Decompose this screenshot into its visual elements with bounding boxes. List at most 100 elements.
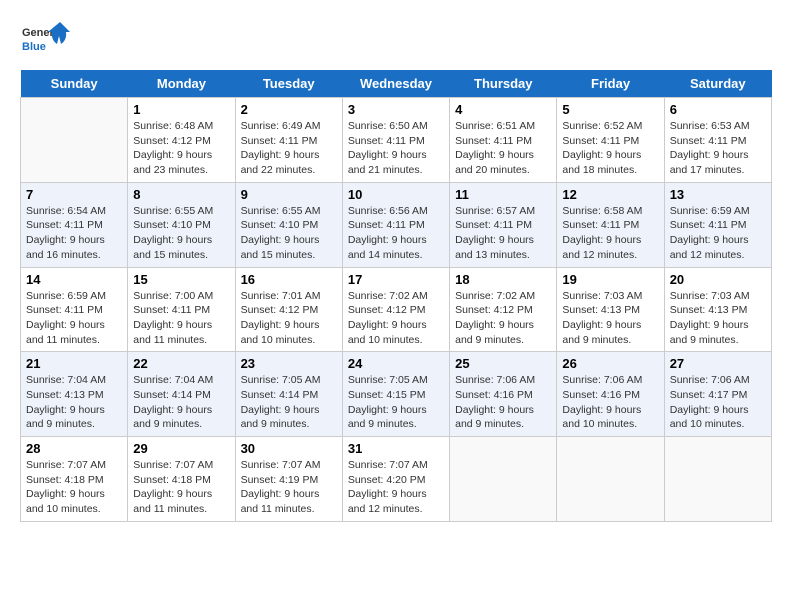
calendar-cell: 19 Sunrise: 7:03 AMSunset: 4:13 PMDaylig… xyxy=(557,267,664,352)
day-number: 21 xyxy=(26,356,122,371)
calendar-cell: 24 Sunrise: 7:05 AMSunset: 4:15 PMDaylig… xyxy=(342,352,449,437)
day-number: 25 xyxy=(455,356,551,371)
calendar-cell: 6 Sunrise: 6:53 AMSunset: 4:11 PMDayligh… xyxy=(664,98,771,183)
calendar-cell: 30 Sunrise: 7:07 AMSunset: 4:19 PMDaylig… xyxy=(235,437,342,522)
day-info: Sunrise: 7:04 AMSunset: 4:14 PMDaylight:… xyxy=(133,373,229,432)
day-number: 28 xyxy=(26,441,122,456)
day-number: 1 xyxy=(133,102,229,117)
day-number: 26 xyxy=(562,356,658,371)
day-info: Sunrise: 6:55 AMSunset: 4:10 PMDaylight:… xyxy=(133,204,229,263)
calendar-table: SundayMondayTuesdayWednesdayThursdayFrid… xyxy=(20,70,772,522)
day-info: Sunrise: 7:00 AMSunset: 4:11 PMDaylight:… xyxy=(133,289,229,348)
day-info: Sunrise: 6:50 AMSunset: 4:11 PMDaylight:… xyxy=(348,119,444,178)
week-row-2: 14 Sunrise: 6:59 AMSunset: 4:11 PMDaylig… xyxy=(21,267,772,352)
day-info: Sunrise: 7:04 AMSunset: 4:13 PMDaylight:… xyxy=(26,373,122,432)
calendar-cell: 1 Sunrise: 6:48 AMSunset: 4:12 PMDayligh… xyxy=(128,98,235,183)
logo-svg: General Blue xyxy=(20,20,70,60)
calendar-cell: 17 Sunrise: 7:02 AMSunset: 4:12 PMDaylig… xyxy=(342,267,449,352)
day-number: 3 xyxy=(348,102,444,117)
calendar-cell: 2 Sunrise: 6:49 AMSunset: 4:11 PMDayligh… xyxy=(235,98,342,183)
day-info: Sunrise: 6:48 AMSunset: 4:12 PMDaylight:… xyxy=(133,119,229,178)
day-number: 12 xyxy=(562,187,658,202)
day-info: Sunrise: 6:53 AMSunset: 4:11 PMDaylight:… xyxy=(670,119,766,178)
day-number: 18 xyxy=(455,272,551,287)
day-number: 24 xyxy=(348,356,444,371)
day-info: Sunrise: 7:03 AMSunset: 4:13 PMDaylight:… xyxy=(562,289,658,348)
calendar-cell: 22 Sunrise: 7:04 AMSunset: 4:14 PMDaylig… xyxy=(128,352,235,437)
calendar-cell: 26 Sunrise: 7:06 AMSunset: 4:16 PMDaylig… xyxy=(557,352,664,437)
day-info: Sunrise: 7:03 AMSunset: 4:13 PMDaylight:… xyxy=(670,289,766,348)
week-row-3: 21 Sunrise: 7:04 AMSunset: 4:13 PMDaylig… xyxy=(21,352,772,437)
week-row-0: 1 Sunrise: 6:48 AMSunset: 4:12 PMDayligh… xyxy=(21,98,772,183)
day-number: 9 xyxy=(241,187,337,202)
day-info: Sunrise: 6:58 AMSunset: 4:11 PMDaylight:… xyxy=(562,204,658,263)
day-number: 27 xyxy=(670,356,766,371)
day-info: Sunrise: 7:07 AMSunset: 4:20 PMDaylight:… xyxy=(348,458,444,517)
day-info: Sunrise: 6:59 AMSunset: 4:11 PMDaylight:… xyxy=(670,204,766,263)
calendar-cell: 11 Sunrise: 6:57 AMSunset: 4:11 PMDaylig… xyxy=(450,182,557,267)
calendar-cell: 9 Sunrise: 6:55 AMSunset: 4:10 PMDayligh… xyxy=(235,182,342,267)
calendar-cell: 14 Sunrise: 6:59 AMSunset: 4:11 PMDaylig… xyxy=(21,267,128,352)
day-number: 29 xyxy=(133,441,229,456)
calendar-cell: 16 Sunrise: 7:01 AMSunset: 4:12 PMDaylig… xyxy=(235,267,342,352)
calendar-cell: 21 Sunrise: 7:04 AMSunset: 4:13 PMDaylig… xyxy=(21,352,128,437)
day-number: 11 xyxy=(455,187,551,202)
calendar-cell: 20 Sunrise: 7:03 AMSunset: 4:13 PMDaylig… xyxy=(664,267,771,352)
day-number: 16 xyxy=(241,272,337,287)
day-info: Sunrise: 7:02 AMSunset: 4:12 PMDaylight:… xyxy=(455,289,551,348)
day-info: Sunrise: 7:06 AMSunset: 4:16 PMDaylight:… xyxy=(455,373,551,432)
day-header-friday: Friday xyxy=(557,70,664,98)
week-row-1: 7 Sunrise: 6:54 AMSunset: 4:11 PMDayligh… xyxy=(21,182,772,267)
day-info: Sunrise: 7:07 AMSunset: 4:18 PMDaylight:… xyxy=(133,458,229,517)
day-info: Sunrise: 7:01 AMSunset: 4:12 PMDaylight:… xyxy=(241,289,337,348)
day-info: Sunrise: 7:02 AMSunset: 4:12 PMDaylight:… xyxy=(348,289,444,348)
calendar-cell: 4 Sunrise: 6:51 AMSunset: 4:11 PMDayligh… xyxy=(450,98,557,183)
calendar-cell: 10 Sunrise: 6:56 AMSunset: 4:11 PMDaylig… xyxy=(342,182,449,267)
calendar-cell: 8 Sunrise: 6:55 AMSunset: 4:10 PMDayligh… xyxy=(128,182,235,267)
calendar-cell: 29 Sunrise: 7:07 AMSunset: 4:18 PMDaylig… xyxy=(128,437,235,522)
day-number: 2 xyxy=(241,102,337,117)
calendar-cell: 28 Sunrise: 7:07 AMSunset: 4:18 PMDaylig… xyxy=(21,437,128,522)
day-info: Sunrise: 7:06 AMSunset: 4:16 PMDaylight:… xyxy=(562,373,658,432)
day-info: Sunrise: 6:56 AMSunset: 4:11 PMDaylight:… xyxy=(348,204,444,263)
calendar-cell: 12 Sunrise: 6:58 AMSunset: 4:11 PMDaylig… xyxy=(557,182,664,267)
day-number: 10 xyxy=(348,187,444,202)
calendar-cell xyxy=(557,437,664,522)
calendar-cell: 13 Sunrise: 6:59 AMSunset: 4:11 PMDaylig… xyxy=(664,182,771,267)
calendar-cell: 3 Sunrise: 6:50 AMSunset: 4:11 PMDayligh… xyxy=(342,98,449,183)
day-info: Sunrise: 7:07 AMSunset: 4:18 PMDaylight:… xyxy=(26,458,122,517)
day-info: Sunrise: 7:07 AMSunset: 4:19 PMDaylight:… xyxy=(241,458,337,517)
day-number: 6 xyxy=(670,102,766,117)
day-number: 20 xyxy=(670,272,766,287)
day-number: 14 xyxy=(26,272,122,287)
calendar-cell: 23 Sunrise: 7:05 AMSunset: 4:14 PMDaylig… xyxy=(235,352,342,437)
day-number: 5 xyxy=(562,102,658,117)
logo: General Blue xyxy=(20,20,70,60)
day-info: Sunrise: 7:05 AMSunset: 4:15 PMDaylight:… xyxy=(348,373,444,432)
day-info: Sunrise: 7:05 AMSunset: 4:14 PMDaylight:… xyxy=(241,373,337,432)
day-header-thursday: Thursday xyxy=(450,70,557,98)
calendar-cell xyxy=(450,437,557,522)
calendar-cell: 31 Sunrise: 7:07 AMSunset: 4:20 PMDaylig… xyxy=(342,437,449,522)
day-info: Sunrise: 6:59 AMSunset: 4:11 PMDaylight:… xyxy=(26,289,122,348)
day-info: Sunrise: 6:49 AMSunset: 4:11 PMDaylight:… xyxy=(241,119,337,178)
day-number: 7 xyxy=(26,187,122,202)
day-number: 13 xyxy=(670,187,766,202)
day-info: Sunrise: 6:51 AMSunset: 4:11 PMDaylight:… xyxy=(455,119,551,178)
day-info: Sunrise: 6:52 AMSunset: 4:11 PMDaylight:… xyxy=(562,119,658,178)
header-row: SundayMondayTuesdayWednesdayThursdayFrid… xyxy=(21,70,772,98)
week-row-4: 28 Sunrise: 7:07 AMSunset: 4:18 PMDaylig… xyxy=(21,437,772,522)
svg-text:Blue: Blue xyxy=(22,41,46,53)
calendar-cell: 18 Sunrise: 7:02 AMSunset: 4:12 PMDaylig… xyxy=(450,267,557,352)
day-info: Sunrise: 6:54 AMSunset: 4:11 PMDaylight:… xyxy=(26,204,122,263)
day-number: 22 xyxy=(133,356,229,371)
day-header-saturday: Saturday xyxy=(664,70,771,98)
day-header-sunday: Sunday xyxy=(21,70,128,98)
day-number: 4 xyxy=(455,102,551,117)
calendar-cell: 7 Sunrise: 6:54 AMSunset: 4:11 PMDayligh… xyxy=(21,182,128,267)
page-header: General Blue xyxy=(20,20,772,60)
day-info: Sunrise: 6:55 AMSunset: 4:10 PMDaylight:… xyxy=(241,204,337,263)
calendar-cell xyxy=(21,98,128,183)
calendar-cell: 15 Sunrise: 7:00 AMSunset: 4:11 PMDaylig… xyxy=(128,267,235,352)
day-info: Sunrise: 7:06 AMSunset: 4:17 PMDaylight:… xyxy=(670,373,766,432)
